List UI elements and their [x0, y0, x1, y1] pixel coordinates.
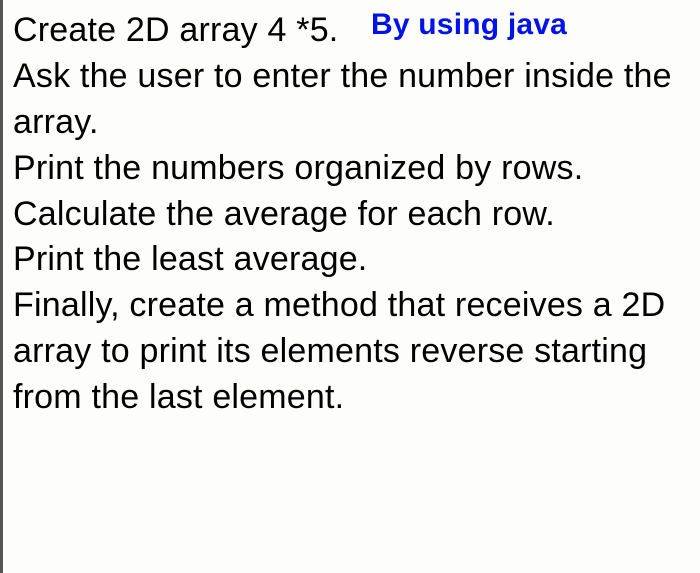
- line-3-text: Print the numbers organized by rows.: [13, 146, 690, 192]
- line-4-text: Calculate the average for each row.: [13, 192, 690, 238]
- line-2-text: Ask the user to enter the number inside …: [13, 54, 690, 146]
- line-1-text: Create 2D array 4 *5.: [13, 11, 338, 49]
- line-6-text: Finally, create a method that receives a…: [13, 283, 690, 421]
- document-body: Create 2D array 4 *5. By using java Ask …: [13, 8, 690, 421]
- first-line-container: Create 2D array 4 *5. By using java: [13, 8, 690, 54]
- line-5-text: Print the least average.: [13, 237, 690, 283]
- language-annotation: By using java: [371, 5, 567, 46]
